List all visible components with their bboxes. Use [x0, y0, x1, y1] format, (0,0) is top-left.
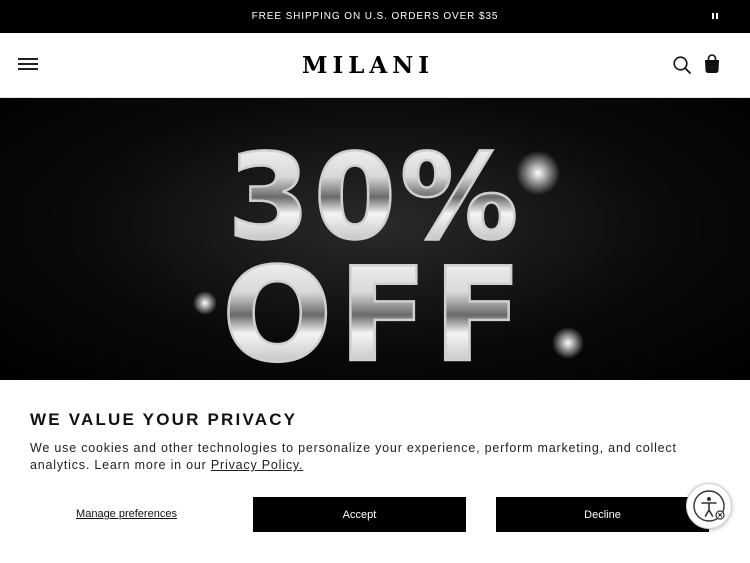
sparkle-icon	[516, 151, 560, 195]
privacy-description: We use cookies and other technologies to…	[30, 440, 690, 474]
accessibility-icon[interactable]	[686, 483, 732, 529]
decline-button[interactable]: Decline	[496, 497, 709, 532]
menu-icon[interactable]	[18, 56, 38, 72]
manage-preferences-link[interactable]: Manage preferences	[30, 496, 223, 532]
promo-banner[interactable]: 30% OFF	[0, 98, 750, 380]
search-icon[interactable]	[672, 55, 692, 75]
sparkle-icon	[552, 327, 584, 359]
privacy-policy-link[interactable]: Privacy Policy.	[211, 458, 303, 472]
cookie-consent-banner: WE VALUE YOUR PRIVACY We use cookies and…	[0, 380, 750, 563]
hero-line-2: OFF	[222, 239, 528, 380]
sparkle-icon	[193, 291, 217, 315]
announcement-bar: FREE SHIPPING ON U.S. ORDERS OVER $35	[0, 0, 750, 33]
pause-icon[interactable]	[710, 12, 720, 22]
shopping-bag-icon[interactable]	[703, 54, 721, 74]
privacy-title: WE VALUE YOUR PRIVACY	[30, 410, 298, 429]
announcement-text: FREE SHIPPING ON U.S. ORDERS OVER $35	[251, 11, 499, 22]
brand-logo[interactable]: MILANI	[300, 52, 436, 80]
site-header: MILANI	[0, 33, 750, 98]
accept-button[interactable]: Accept	[253, 497, 466, 532]
privacy-body-text: We use cookies and other technologies to…	[30, 441, 677, 472]
